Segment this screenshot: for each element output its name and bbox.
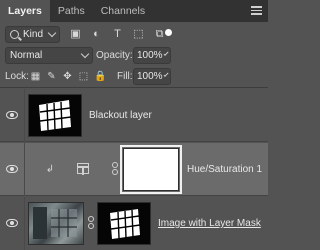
shape-filter-icon[interactable]: ⬚ xyxy=(133,28,144,40)
search-icon xyxy=(10,29,19,39)
kind-filter-label: Kind xyxy=(23,28,44,40)
tab-paths[interactable]: Paths xyxy=(50,0,93,22)
tab-layers[interactable]: Layers xyxy=(0,0,50,22)
lock-label: Lock: xyxy=(5,70,29,82)
visibility-eye-icon[interactable] xyxy=(6,109,18,121)
divider xyxy=(24,197,25,250)
divider xyxy=(0,87,268,88)
blend-mode-dropdown[interactable]: Normal xyxy=(5,46,93,64)
window-photo-icon xyxy=(33,207,77,239)
link-icon[interactable] xyxy=(112,162,120,176)
chevron-down-icon xyxy=(80,49,90,58)
layer-name[interactable]: Image with Layer Mask xyxy=(158,197,261,250)
adjustment-layer-icon[interactable] xyxy=(77,163,89,175)
lock-transparent-icon[interactable]: ▦ xyxy=(30,71,41,82)
layer-name[interactable]: Hue/Saturation 1 xyxy=(187,143,262,196)
smart-object-filter-icon[interactable]: ⧉ xyxy=(154,28,165,40)
visibility-eye-icon[interactable] xyxy=(6,163,18,175)
chevron-down-icon xyxy=(47,28,57,37)
clipping-arrow-icon: ↲ xyxy=(45,164,55,175)
layer-row-hue-saturation[interactable]: ↲ Hue/Saturation 1 xyxy=(0,143,268,196)
chevron-down-icon[interactable] xyxy=(163,71,169,78)
lock-position-icon[interactable]: ✥ xyxy=(62,71,73,82)
panel-tab-bar: Layers Paths Channels xyxy=(0,0,268,22)
tab-channels[interactable]: Channels xyxy=(93,0,153,22)
type-filter-icon[interactable]: T xyxy=(112,28,123,40)
opacity-label: Opacity: xyxy=(96,49,133,61)
layer-name[interactable]: Blackout layer xyxy=(89,89,152,142)
filter-row: Kind ▣ ◐ T ⬚ ⧉ xyxy=(0,24,268,44)
filter-toggle-icon[interactable] xyxy=(165,29,172,36)
layer-row-blackout[interactable]: Blackout layer xyxy=(0,89,268,142)
layer-row-image-mask[interactable]: Image with Layer Mask xyxy=(0,197,268,250)
link-icon[interactable] xyxy=(88,216,96,230)
fill-label: Fill: xyxy=(117,70,133,82)
image-filter-icon[interactable]: ▣ xyxy=(70,28,81,40)
layer-mask-thumbnail[interactable] xyxy=(120,145,182,194)
opacity-field[interactable]: 100% xyxy=(133,46,171,64)
divider xyxy=(24,89,25,142)
layer-thumbnail[interactable] xyxy=(28,202,84,245)
opacity-value: 100% xyxy=(137,49,163,61)
visibility-eye-icon[interactable] xyxy=(6,217,18,229)
layer-thumbnail[interactable] xyxy=(28,94,82,137)
blend-row: Normal Opacity: 100% xyxy=(0,45,268,65)
lock-all-icon[interactable]: 🔒 xyxy=(94,71,106,82)
blend-mode-value: Normal xyxy=(10,49,43,61)
lock-row: Lock: ▦ ✎ ✥ ⬚ 🔒 Fill: 100% xyxy=(0,66,268,86)
chevron-down-icon[interactable] xyxy=(163,50,169,57)
filter-icons: ▣ ◐ T ⬚ ⧉ xyxy=(70,28,165,40)
fill-value: 100% xyxy=(137,70,163,82)
divider xyxy=(24,143,25,196)
panel-menu-icon[interactable] xyxy=(251,6,262,16)
window-mask-icon xyxy=(110,209,141,239)
layer-mask-thumbnail[interactable] xyxy=(97,202,151,245)
fill-field[interactable]: 100% xyxy=(133,67,171,85)
lock-icons: ▦ ✎ ✥ ⬚ 🔒 xyxy=(30,71,107,82)
lock-image-icon[interactable]: ✎ xyxy=(46,71,57,82)
adjustment-filter-icon[interactable]: ◐ xyxy=(91,28,102,40)
kind-filter-dropdown[interactable]: Kind xyxy=(5,25,60,43)
lock-artboard-icon[interactable]: ⬚ xyxy=(78,71,89,82)
window-silhouette-icon xyxy=(39,100,72,131)
